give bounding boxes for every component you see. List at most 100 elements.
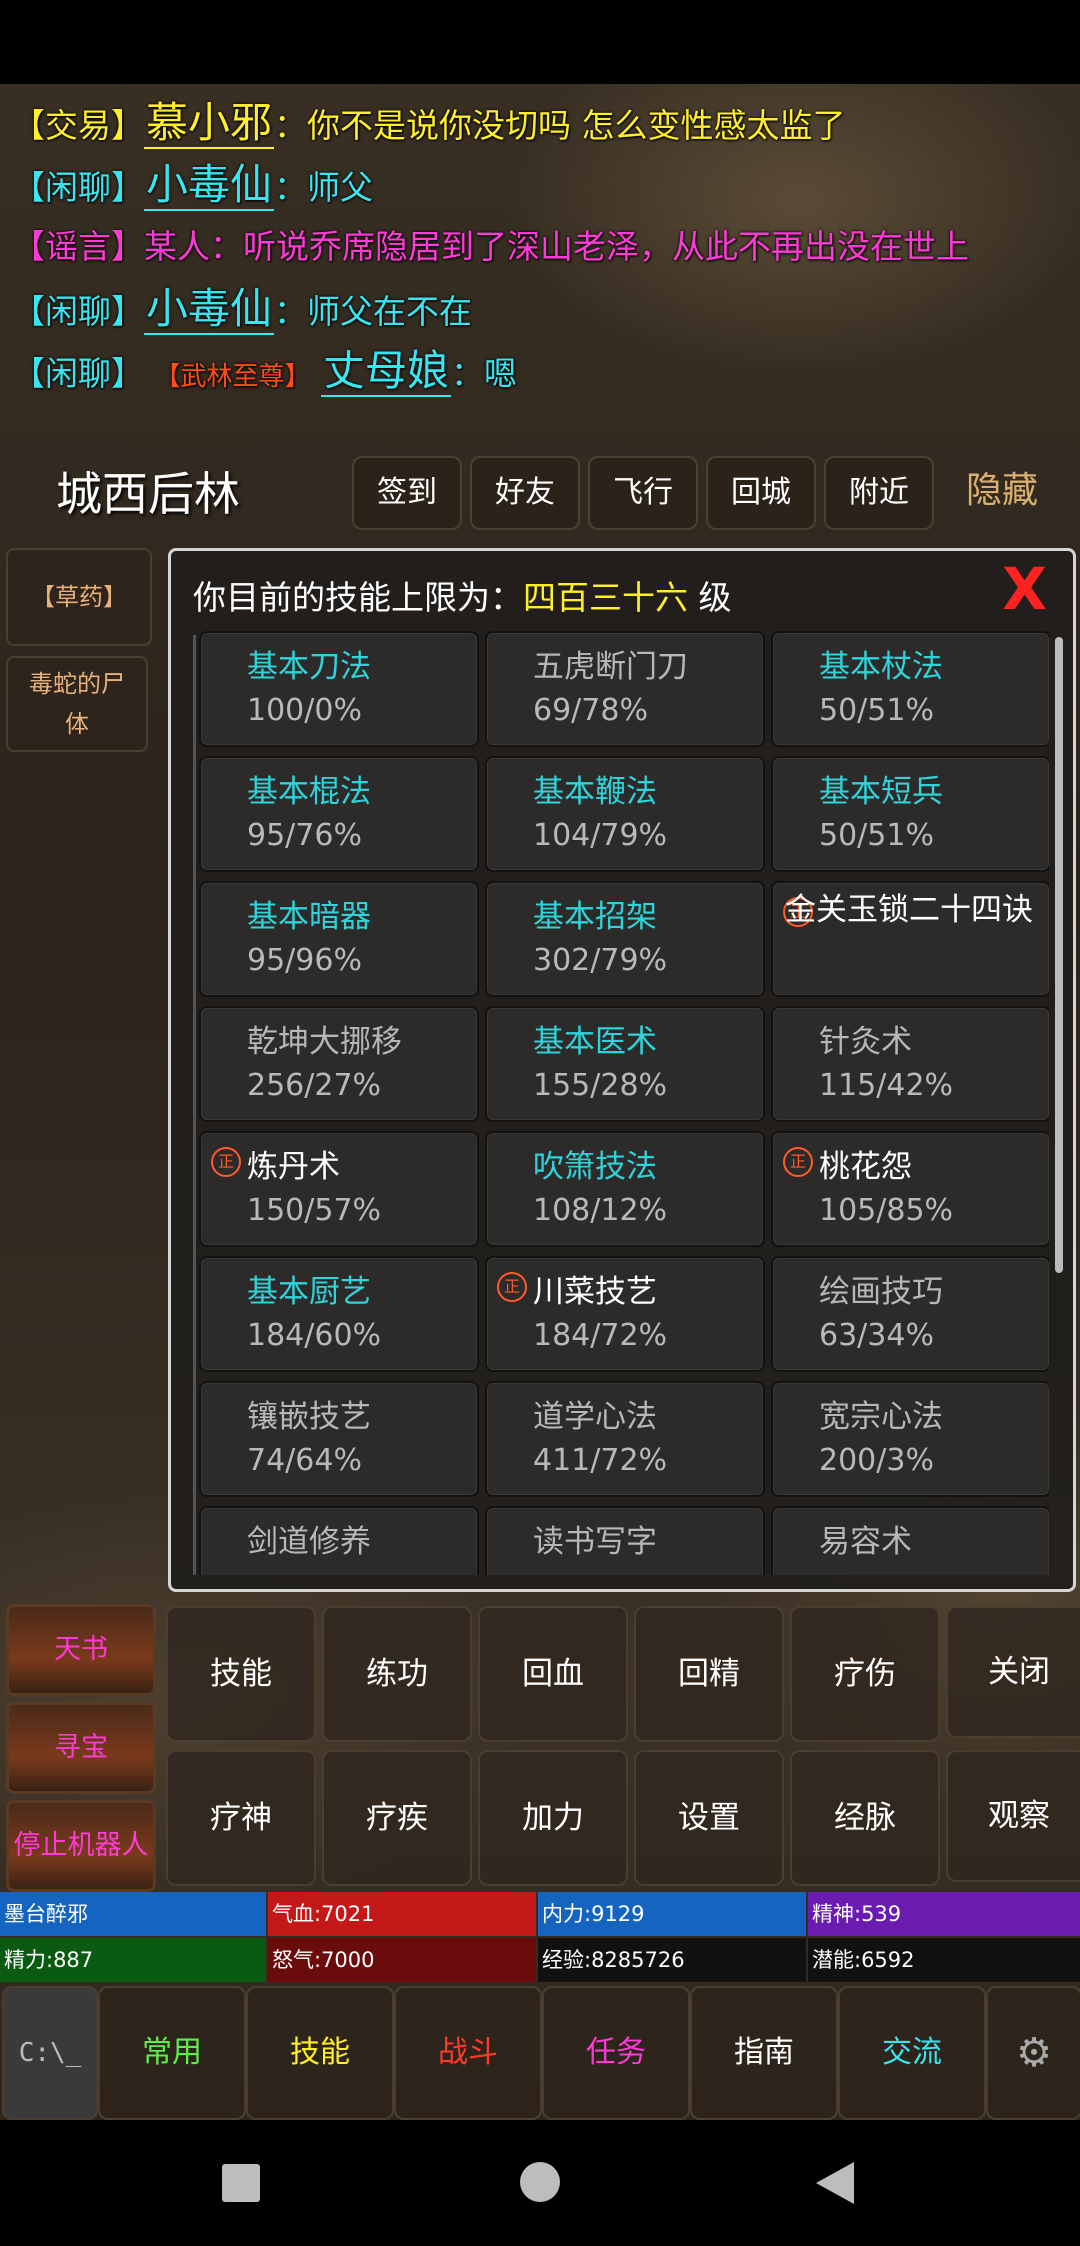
stat-spirit: 精神:539 — [808, 1892, 1080, 1936]
skill-cap-prefix: 你目前的技能上限为： — [193, 578, 523, 617]
skill-cell[interactable]: 易容术 — [771, 1506, 1049, 1575]
skill-name: 绘画技巧 — [819, 1274, 943, 1310]
skill-cap-level: 四百三十六 — [523, 578, 688, 617]
tab-combat[interactable]: 战斗 — [394, 1986, 542, 2120]
skill-cell[interactable]: 针灸术 115/42% — [771, 1006, 1049, 1122]
skill-cell[interactable]: 基本鞭法 104/79% — [485, 756, 765, 872]
tab-common[interactable]: 常用 — [98, 1986, 246, 2120]
chat-speaker[interactable]: 小毒仙 — [144, 160, 275, 211]
skill-cell[interactable]: 基本招架 302/79% — [485, 881, 765, 997]
skill-cell[interactable]: 剑道修养 — [199, 1506, 479, 1575]
side-item-snake-corpse[interactable]: 毒蛇的尸体 — [6, 656, 148, 752]
observe-button[interactable]: 观察 — [946, 1750, 1080, 1882]
skill-cell[interactable]: 道学心法 411/72% — [485, 1381, 765, 1497]
chat-channel: 【闲聊】 — [12, 292, 144, 331]
skill-level: 95/76% — [247, 818, 362, 853]
skill-cell[interactable]: 基本暗器 95/96% — [199, 881, 479, 997]
tab-quests[interactable]: 任务 — [542, 1986, 690, 2120]
skill-cell[interactable]: 宽宗心法 200/3% — [771, 1381, 1049, 1497]
stat-force: 内力:9129 — [538, 1892, 806, 1936]
stat-name: 墨台醉邪 — [0, 1892, 266, 1936]
skill-level: 256/27% — [247, 1068, 382, 1103]
skill-cell[interactable]: 基本棍法 95/76% — [199, 756, 479, 872]
skill-level: 150/57% — [247, 1193, 382, 1228]
nearby-button[interactable]: 附近 — [824, 456, 934, 530]
hide-button[interactable]: 隐藏 — [966, 456, 1038, 526]
practice-button[interactable]: 练功 — [322, 1606, 472, 1742]
meridians-button[interactable]: 经脉 — [790, 1750, 940, 1886]
tab-guide[interactable]: 指南 — [690, 1986, 838, 2120]
fly-button[interactable]: 飞行 — [588, 456, 698, 530]
restore-energy-button[interactable]: 回精 — [634, 1606, 784, 1742]
side-item-herb[interactable]: 【草药】 — [6, 548, 152, 646]
stat-exp: 经验:8285726 — [538, 1938, 806, 1982]
stop-robot-button[interactable]: 停止机器人 — [6, 1800, 156, 1892]
skill-cell[interactable]: 正桃花怨 105/85% — [771, 1131, 1049, 1247]
tab-skills[interactable]: 技能 — [246, 1986, 394, 2120]
chat-speaker[interactable]: 丈母娘 — [321, 346, 452, 397]
skill-grid: 基本刀法 100/0% 五虎断门刀 69/78% 基本杖法 50/51% 基本棍法 95/76… — [191, 631, 1049, 1575]
skill-level: 411/72% — [533, 1443, 668, 1478]
chat-message: ：你不是说你没切吗 怎么变性感太监了 — [274, 106, 846, 145]
chat-channel: 【谣言】 — [12, 227, 144, 266]
skill-name: 乾坤大挪移 — [247, 1024, 402, 1060]
terminal-icon[interactable]: C:\_ — [2, 1986, 98, 2120]
return-city-button[interactable]: 回城 — [706, 456, 816, 530]
checkin-button[interactable]: 签到 — [352, 456, 462, 530]
stat-potential: 潜能:6592 — [808, 1938, 1080, 1982]
skill-name: 基本杖法 — [819, 649, 943, 685]
treat-wound-button[interactable]: 疗伤 — [790, 1606, 940, 1742]
scrollbar[interactable] — [1055, 637, 1063, 1273]
close-icon[interactable]: X — [1002, 555, 1047, 623]
stat-hp: 气血:7021 — [268, 1892, 536, 1936]
skill-cell[interactable]: 乾坤大挪移 256/27% — [199, 1006, 479, 1122]
close-button[interactable]: 关闭 — [946, 1606, 1080, 1738]
skill-cell[interactable]: 五虎断门刀 69/78% — [485, 631, 765, 747]
skill-cell[interactable]: 绘画技巧 63/34% — [771, 1256, 1049, 1372]
skill-level: 302/79% — [533, 943, 668, 978]
settings-button[interactable]: 设置 — [634, 1750, 784, 1886]
skill-name: 吹箫技法 — [533, 1149, 657, 1185]
heal-hp-button[interactable]: 回血 — [478, 1606, 628, 1742]
rage-value: 怒气:7000 — [272, 1948, 375, 1972]
skill-cell[interactable]: 镶嵌技艺 74/64% — [199, 1381, 479, 1497]
skill-name: 基本短兵 — [819, 774, 943, 810]
skill-cell[interactable]: 基本医术 155/28% — [485, 1006, 765, 1122]
chat-channel: 【闲聊】 — [12, 354, 144, 393]
skill-name: 炼丹术 — [247, 1149, 340, 1185]
chat-speaker[interactable]: 慕小邪 — [144, 98, 275, 149]
skill-cell[interactable]: 正川菜技艺 184/72% — [485, 1256, 765, 1372]
back-icon[interactable] — [816, 2162, 854, 2204]
heavenly-book-button[interactable]: 天书 — [6, 1604, 156, 1696]
skill-cell[interactable]: 正金关玉锁二十四诀 — [771, 881, 1049, 997]
skill-cell[interactable]: 基本短兵 50/51% — [771, 756, 1049, 872]
skill-cell[interactable]: 基本杖法 50/51% — [771, 631, 1049, 747]
skill-name: 易容术 — [819, 1524, 912, 1560]
chat-log: 【交易】慕小邪：你不是说你没切吗 怎么变性感太监了 【闲聊】小毒仙：师父 【谣言… — [12, 92, 1080, 402]
chat-message: ：师父 — [274, 168, 374, 207]
skill-name: 宽宗心法 — [819, 1399, 943, 1435]
skill-cell[interactable]: 读书写字 — [485, 1506, 765, 1575]
chat-message: 某人：听说乔席隐居到了深山老泽，从此不再出没在世上 — [144, 227, 969, 266]
cure-illness-button[interactable]: 疗疾 — [322, 1750, 472, 1886]
boost-force-button[interactable]: 加力 — [478, 1750, 628, 1886]
skill-cap-title: 你目前的技能上限为：四百三十六 级 — [193, 571, 732, 619]
skill-level: 100/0% — [247, 693, 362, 728]
skill-cell[interactable]: 正炼丹术 150/57% — [199, 1131, 479, 1247]
skill-cell[interactable]: 吹箫技法 108/12% — [485, 1131, 765, 1247]
home-icon[interactable] — [520, 2162, 560, 2202]
chat-message: ：师父在不在 — [274, 292, 473, 331]
treasure-hunt-button[interactable]: 寻宝 — [6, 1702, 156, 1794]
skill-cell[interactable]: 基本厨艺 184/60% — [199, 1256, 479, 1372]
gear-icon[interactable]: ⚙ — [986, 1986, 1080, 2120]
chat-speaker[interactable]: 小毒仙 — [144, 284, 275, 335]
skill-cap-suffix: 级 — [698, 578, 732, 617]
skill-name: 川菜技艺 — [533, 1274, 657, 1310]
skill-cell[interactable]: 基本刀法 100/0% — [199, 631, 479, 747]
recents-icon[interactable] — [222, 2164, 260, 2202]
heal-spirit-button[interactable]: 疗神 — [166, 1750, 316, 1886]
friends-button[interactable]: 好友 — [470, 456, 580, 530]
skills-button[interactable]: 技能 — [166, 1606, 316, 1742]
tab-social[interactable]: 交流 — [838, 1986, 986, 2120]
player-title-badge: 【武林至尊】 — [154, 362, 311, 392]
